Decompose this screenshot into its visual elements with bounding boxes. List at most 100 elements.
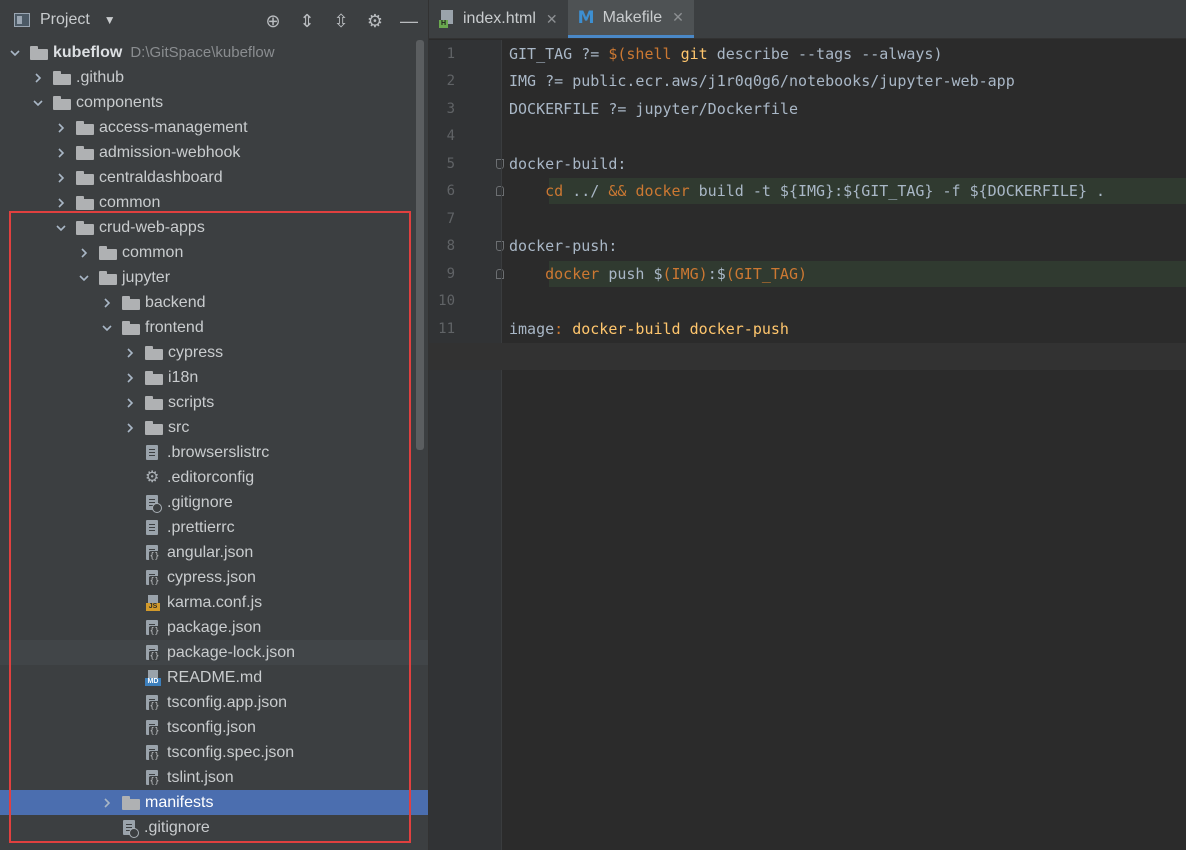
line-number: 5 <box>446 155 455 172</box>
tree-scrollbar[interactable] <box>416 40 424 450</box>
chevron-right-icon[interactable] <box>54 196 68 210</box>
tab-index-html[interactable]: Hindex.html ✕ <box>429 0 568 38</box>
chevron-right-icon[interactable] <box>123 371 137 385</box>
expand-all-icon[interactable]: ⇕ <box>296 10 318 32</box>
tree-item-label: admission-webhook <box>99 143 241 161</box>
tree-item-label: .gitignore <box>144 818 210 836</box>
tree-file-row[interactable]: {} package.json <box>0 615 428 640</box>
chevron-down-icon[interactable] <box>31 96 45 110</box>
tree-file-row[interactable]: .gitignore <box>0 490 428 515</box>
tree-file-row[interactable]: {} package-lock.json <box>0 640 428 665</box>
tree-file-row[interactable]: {} tsconfig.app.json <box>0 690 428 715</box>
chevron-right-icon[interactable] <box>77 246 91 260</box>
json-file-icon: {} <box>145 544 161 562</box>
code-token: build -t ${IMG}:${GIT_TAG} -f ${DOCKERFI… <box>689 182 1106 201</box>
code-line: image: docker-build docker-push <box>509 316 789 342</box>
chevron-down-icon: ▼ <box>103 13 116 27</box>
folder-icon <box>99 270 117 285</box>
chevron-right-icon[interactable] <box>31 71 45 85</box>
tree-file-row[interactable]: .gitignore <box>0 815 428 840</box>
tree-file-row[interactable]: MD README.md <box>0 665 428 690</box>
chevron-down-icon[interactable] <box>100 321 114 335</box>
tree-file-row[interactable]: .prettierrc <box>0 515 428 540</box>
settings-gear-icon[interactable]: ⚙ <box>364 10 386 32</box>
tree-folder-row[interactable]: kubeflow D:\GitSpace\kubeflow <box>0 40 428 65</box>
code-token: (GIT_TAG) <box>725 264 808 283</box>
chevron-down-icon[interactable] <box>54 221 68 235</box>
line-number: 11 <box>438 320 455 337</box>
tree-folder-row[interactable]: i18n <box>0 365 428 390</box>
tree-item-label: karma.conf.js <box>167 593 263 611</box>
code-token: docker <box>545 264 600 283</box>
code-token: $( <box>608 45 627 63</box>
makefile-icon: M <box>577 7 595 28</box>
tree-folder-row[interactable]: .github <box>0 65 428 90</box>
folder-icon <box>145 395 163 410</box>
hide-panel-icon[interactable]: — <box>398 10 420 32</box>
line-number: 8 <box>446 238 455 255</box>
fold-start-icon[interactable] <box>496 158 504 169</box>
tree-file-row[interactable]: JS karma.conf.js <box>0 590 428 615</box>
tree-folder-row[interactable]: src <box>0 415 428 440</box>
tree-folder-row[interactable]: admission-webhook <box>0 140 428 165</box>
chevron-down-icon[interactable] <box>8 46 22 60</box>
code-token: cd <box>545 182 564 201</box>
tree-item-label: common <box>122 243 184 261</box>
tree-item-label: frontend <box>145 318 204 336</box>
fold-start-icon[interactable] <box>496 241 504 252</box>
tree-folder-row[interactable]: access-management <box>0 115 428 140</box>
tree-item-label: .editorconfig <box>167 468 255 486</box>
folder-icon <box>145 345 163 360</box>
chevron-right-icon[interactable] <box>54 146 68 160</box>
tree-folder-row[interactable]: common <box>0 240 428 265</box>
fold-end-icon[interactable] <box>496 268 504 279</box>
project-view-selector[interactable]: Project ▼ <box>0 11 116 29</box>
folder-icon <box>76 145 94 160</box>
line-number: 4 <box>446 128 455 145</box>
tab-makefile[interactable]: M Makefile ✕ <box>567 0 694 38</box>
tree-folder-row[interactable]: scripts <box>0 390 428 415</box>
tree-file-row[interactable]: {} tslint.json <box>0 765 428 790</box>
chevron-right-icon[interactable] <box>123 396 137 410</box>
tree-file-row[interactable]: {} cypress.json <box>0 565 428 590</box>
tree-folder-row[interactable]: manifests <box>0 790 428 815</box>
chevron-right-icon[interactable] <box>123 346 137 360</box>
collapse-all-icon[interactable]: ⇳ <box>330 10 352 32</box>
tree-folder-row[interactable]: frontend <box>0 315 428 340</box>
code-token: describe --tags --always <box>707 45 934 63</box>
chevron-right-icon[interactable] <box>54 121 68 135</box>
locate-file-icon[interactable]: ⊕ <box>262 10 284 32</box>
json-file-icon: {} <box>145 719 161 737</box>
close-icon[interactable]: ✕ <box>546 11 558 28</box>
folder-icon <box>53 95 71 110</box>
chevron-right-icon[interactable] <box>54 171 68 185</box>
tree-folder-row[interactable]: jupyter <box>0 265 428 290</box>
tree-folder-row[interactable]: common <box>0 190 428 215</box>
fold-end-icon[interactable] <box>496 186 504 197</box>
tree-file-row[interactable]: {} tsconfig.json <box>0 715 428 740</box>
tree-folder-row[interactable]: cypress <box>0 340 428 365</box>
tab-label: index.html <box>463 10 536 27</box>
tree-folder-row[interactable]: backend <box>0 290 428 315</box>
json-file-icon: {} <box>145 744 161 762</box>
tree-folder-row[interactable]: components <box>0 90 428 115</box>
chevron-down-icon[interactable] <box>77 271 91 285</box>
chevron-right-icon[interactable] <box>123 421 137 435</box>
folder-icon <box>145 420 163 435</box>
code-token: GIT_TAG ?= <box>509 45 609 63</box>
chevron-right-icon[interactable] <box>100 296 114 310</box>
code-area[interactable]: GIT_TAG ?= $(shell git describe --tags -… <box>429 40 1186 850</box>
json-file-icon: {} <box>145 569 161 587</box>
tree-folder-row[interactable]: centraldashboard <box>0 165 428 190</box>
code-token: (IMG) <box>662 264 708 283</box>
tree-file-row[interactable]: {} tsconfig.spec.json <box>0 740 428 765</box>
tree-file-row[interactable]: ⚙ .editorconfig <box>0 465 428 490</box>
tree-folder-row[interactable]: crud-web-apps <box>0 215 428 240</box>
close-icon[interactable]: ✕ <box>672 9 684 26</box>
code-token: :$ <box>707 264 726 283</box>
code-line: cd ../ && docker build -t ${IMG}:${GIT_T… <box>509 178 1105 204</box>
chevron-right-icon[interactable] <box>100 796 114 810</box>
tree-item-label: angular.json <box>167 543 254 561</box>
tree-file-row[interactable]: {} angular.json <box>0 540 428 565</box>
tree-file-row[interactable]: .browserslistrc <box>0 440 428 465</box>
